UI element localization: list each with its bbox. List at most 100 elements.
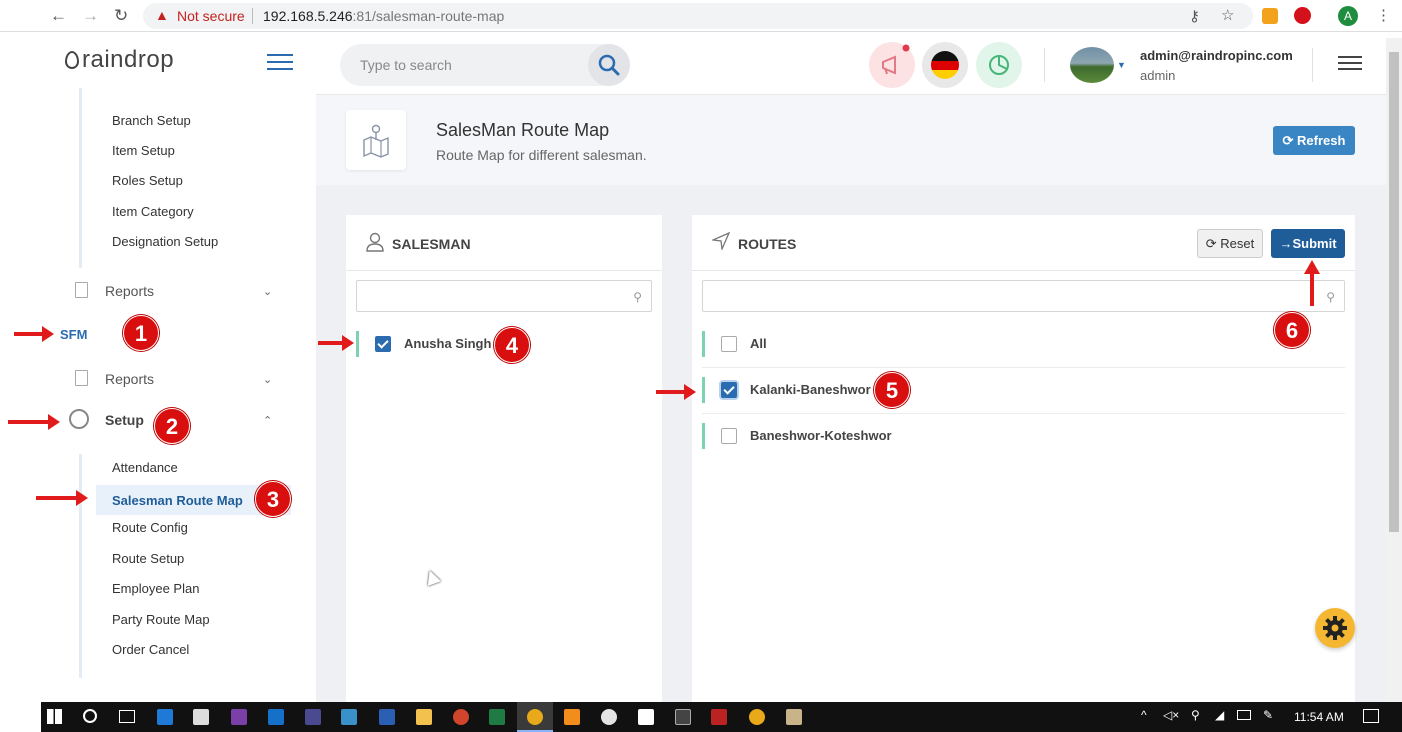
route-row[interactable]: Kalanki-Baneshwor [702, 367, 1345, 413]
refresh-icon: ⟳ [1282, 132, 1298, 148]
annotation-arrow [656, 384, 696, 400]
extension-shopping-icon[interactable] [1262, 8, 1278, 24]
vertical-scrollbar[interactable] [1386, 38, 1402, 702]
notifications-icon[interactable] [1363, 709, 1379, 723]
network-icon[interactable]: ⚲ [1191, 708, 1200, 722]
chevron-up-icon[interactable]: ⌃ [263, 414, 272, 427]
settings-fab[interactable] [1315, 608, 1355, 648]
chrome-icon[interactable] [749, 709, 765, 725]
sidebar-item-item-setup[interactable]: Item Setup [112, 143, 175, 158]
file-explorer-icon[interactable] [416, 709, 432, 725]
annotation-badge: 2 [154, 408, 190, 444]
edge-icon[interactable] [157, 709, 173, 725]
route-checkbox[interactable] [721, 336, 737, 352]
user-avatar[interactable] [1070, 47, 1114, 83]
sidebar-item-item-category[interactable]: Item Category [112, 204, 194, 219]
powerpoint-icon[interactable] [453, 709, 469, 725]
slack-icon[interactable] [601, 709, 617, 725]
sidebar-item-designation-setup[interactable]: Designation Setup [112, 234, 218, 249]
route-checkbox[interactable] [721, 382, 737, 398]
main-content: SalesMan Route Map Route Map for differe… [316, 95, 1386, 702]
salesman-filter-input[interactable] [365, 288, 615, 303]
annotation-badge: 6 [1274, 312, 1310, 348]
address-bar[interactable]: ▲ Not secure 192.168.5.246:81/salesman-r… [143, 3, 1253, 29]
clock[interactable]: 11:54 AM [1294, 710, 1344, 724]
sidebar-item-attendance[interactable]: Attendance [112, 460, 178, 475]
stats-button[interactable] [976, 42, 1022, 88]
back-icon[interactable]: ← [50, 6, 67, 26]
sidebar-item-branch-setup[interactable]: Branch Setup [112, 113, 191, 128]
search-icon: ⚲ [633, 290, 642, 304]
terminal-icon[interactable] [675, 709, 691, 725]
forward-icon[interactable]: → [82, 6, 99, 26]
sidebar-item-setup[interactable]: Setup [105, 412, 144, 428]
reload-icon[interactable]: ↻ [114, 6, 128, 26]
reset-icon: ⟳ [1205, 235, 1221, 251]
salesman-filter: ⚲ [356, 280, 652, 312]
chevron-down-icon[interactable]: ⌄ [263, 373, 272, 386]
arrow-right-icon: → [1279, 236, 1293, 251]
routes-filter-input[interactable] [711, 288, 1256, 303]
app-icon[interactable] [786, 709, 802, 725]
search-icon: ⚲ [1326, 290, 1335, 304]
row-accent [702, 331, 705, 357]
submit-button[interactable]: →Submit [1271, 229, 1345, 258]
annotation-arrow [8, 414, 60, 430]
app-icon[interactable] [305, 709, 321, 725]
route-row-all[interactable]: All [702, 321, 1345, 367]
sidebar-item-reports[interactable]: Reports [105, 283, 154, 299]
warning-icon: ▲ [155, 7, 169, 23]
sidebar-item-reports-sfm[interactable]: Reports [105, 371, 154, 387]
more-vert-icon[interactable]: ⋮ [1376, 6, 1391, 24]
search-input[interactable] [360, 57, 580, 73]
search-button[interactable] [588, 44, 630, 86]
scrollbar-thumb[interactable] [1389, 52, 1399, 532]
extension-opera-icon[interactable] [1294, 7, 1311, 24]
language-button[interactable] [922, 42, 968, 88]
sidebar-item-order-cancel[interactable]: Order Cancel [112, 642, 189, 657]
winrar-icon[interactable] [711, 709, 727, 725]
tray-chevron-icon[interactable]: ^ [1141, 708, 1147, 722]
sidebar-item-route-config[interactable]: Route Config [112, 520, 188, 535]
word-icon[interactable] [379, 709, 395, 725]
windows-start-icon[interactable] [47, 709, 62, 724]
app-logo[interactable]: raindrop [65, 46, 174, 74]
reset-button[interactable]: ⟳ Reset [1197, 229, 1263, 258]
caret-down-icon[interactable]: ▼ [1117, 60, 1126, 70]
store-icon[interactable] [193, 709, 209, 725]
sidebar-section-sfm[interactable]: SFM [60, 327, 87, 342]
cortana-icon[interactable] [83, 709, 97, 723]
sidebar-item-route-setup[interactable]: Route Setup [112, 551, 184, 566]
vlc-icon[interactable] [564, 709, 580, 725]
wifi-icon[interactable]: ◢ [1215, 708, 1224, 722]
url-text: 192.168.5.246:81/salesman-route-map [263, 8, 504, 24]
user-icon [366, 232, 384, 252]
outlook-icon[interactable] [268, 709, 284, 725]
sidebar-item-roles-setup[interactable]: Roles Setup [112, 173, 183, 188]
row-accent [702, 377, 705, 403]
star-icon[interactable]: ☆ [1221, 6, 1234, 24]
refresh-button[interactable]: ⟳ Refresh [1273, 126, 1355, 155]
excel-icon[interactable] [489, 709, 505, 725]
onenote-icon[interactable] [231, 709, 247, 725]
browser-toolbar: ← → ↻ ▲ Not secure 192.168.5.246:81/sale… [0, 0, 1402, 32]
key-icon[interactable]: ⚷ [1189, 7, 1200, 25]
route-row[interactable]: Baneshwor-Koteshwor [702, 413, 1345, 459]
salesman-checkbox[interactable] [375, 336, 391, 352]
route-checkbox[interactable] [721, 428, 737, 444]
sidebar-item-employee-plan[interactable]: Employee Plan [112, 581, 199, 596]
volume-muted-icon[interactable]: ◁× [1163, 708, 1179, 722]
profile-avatar[interactable]: A [1338, 6, 1358, 26]
notion-icon[interactable] [638, 709, 654, 725]
announcement-button[interactable] [869, 42, 915, 88]
submenu-line [79, 88, 82, 268]
sidebar-item-party-route-map[interactable]: Party Route Map [112, 612, 210, 627]
task-view-icon[interactable] [119, 710, 135, 723]
app-icon[interactable] [341, 709, 357, 725]
pen-icon[interactable]: ✎ [1263, 708, 1273, 722]
menu-icon[interactable] [1338, 56, 1362, 72]
battery-icon[interactable] [1237, 710, 1251, 720]
row-accent [702, 423, 705, 449]
chevron-down-icon[interactable]: ⌄ [263, 285, 272, 298]
sidebar-toggle-icon[interactable] [267, 54, 293, 72]
